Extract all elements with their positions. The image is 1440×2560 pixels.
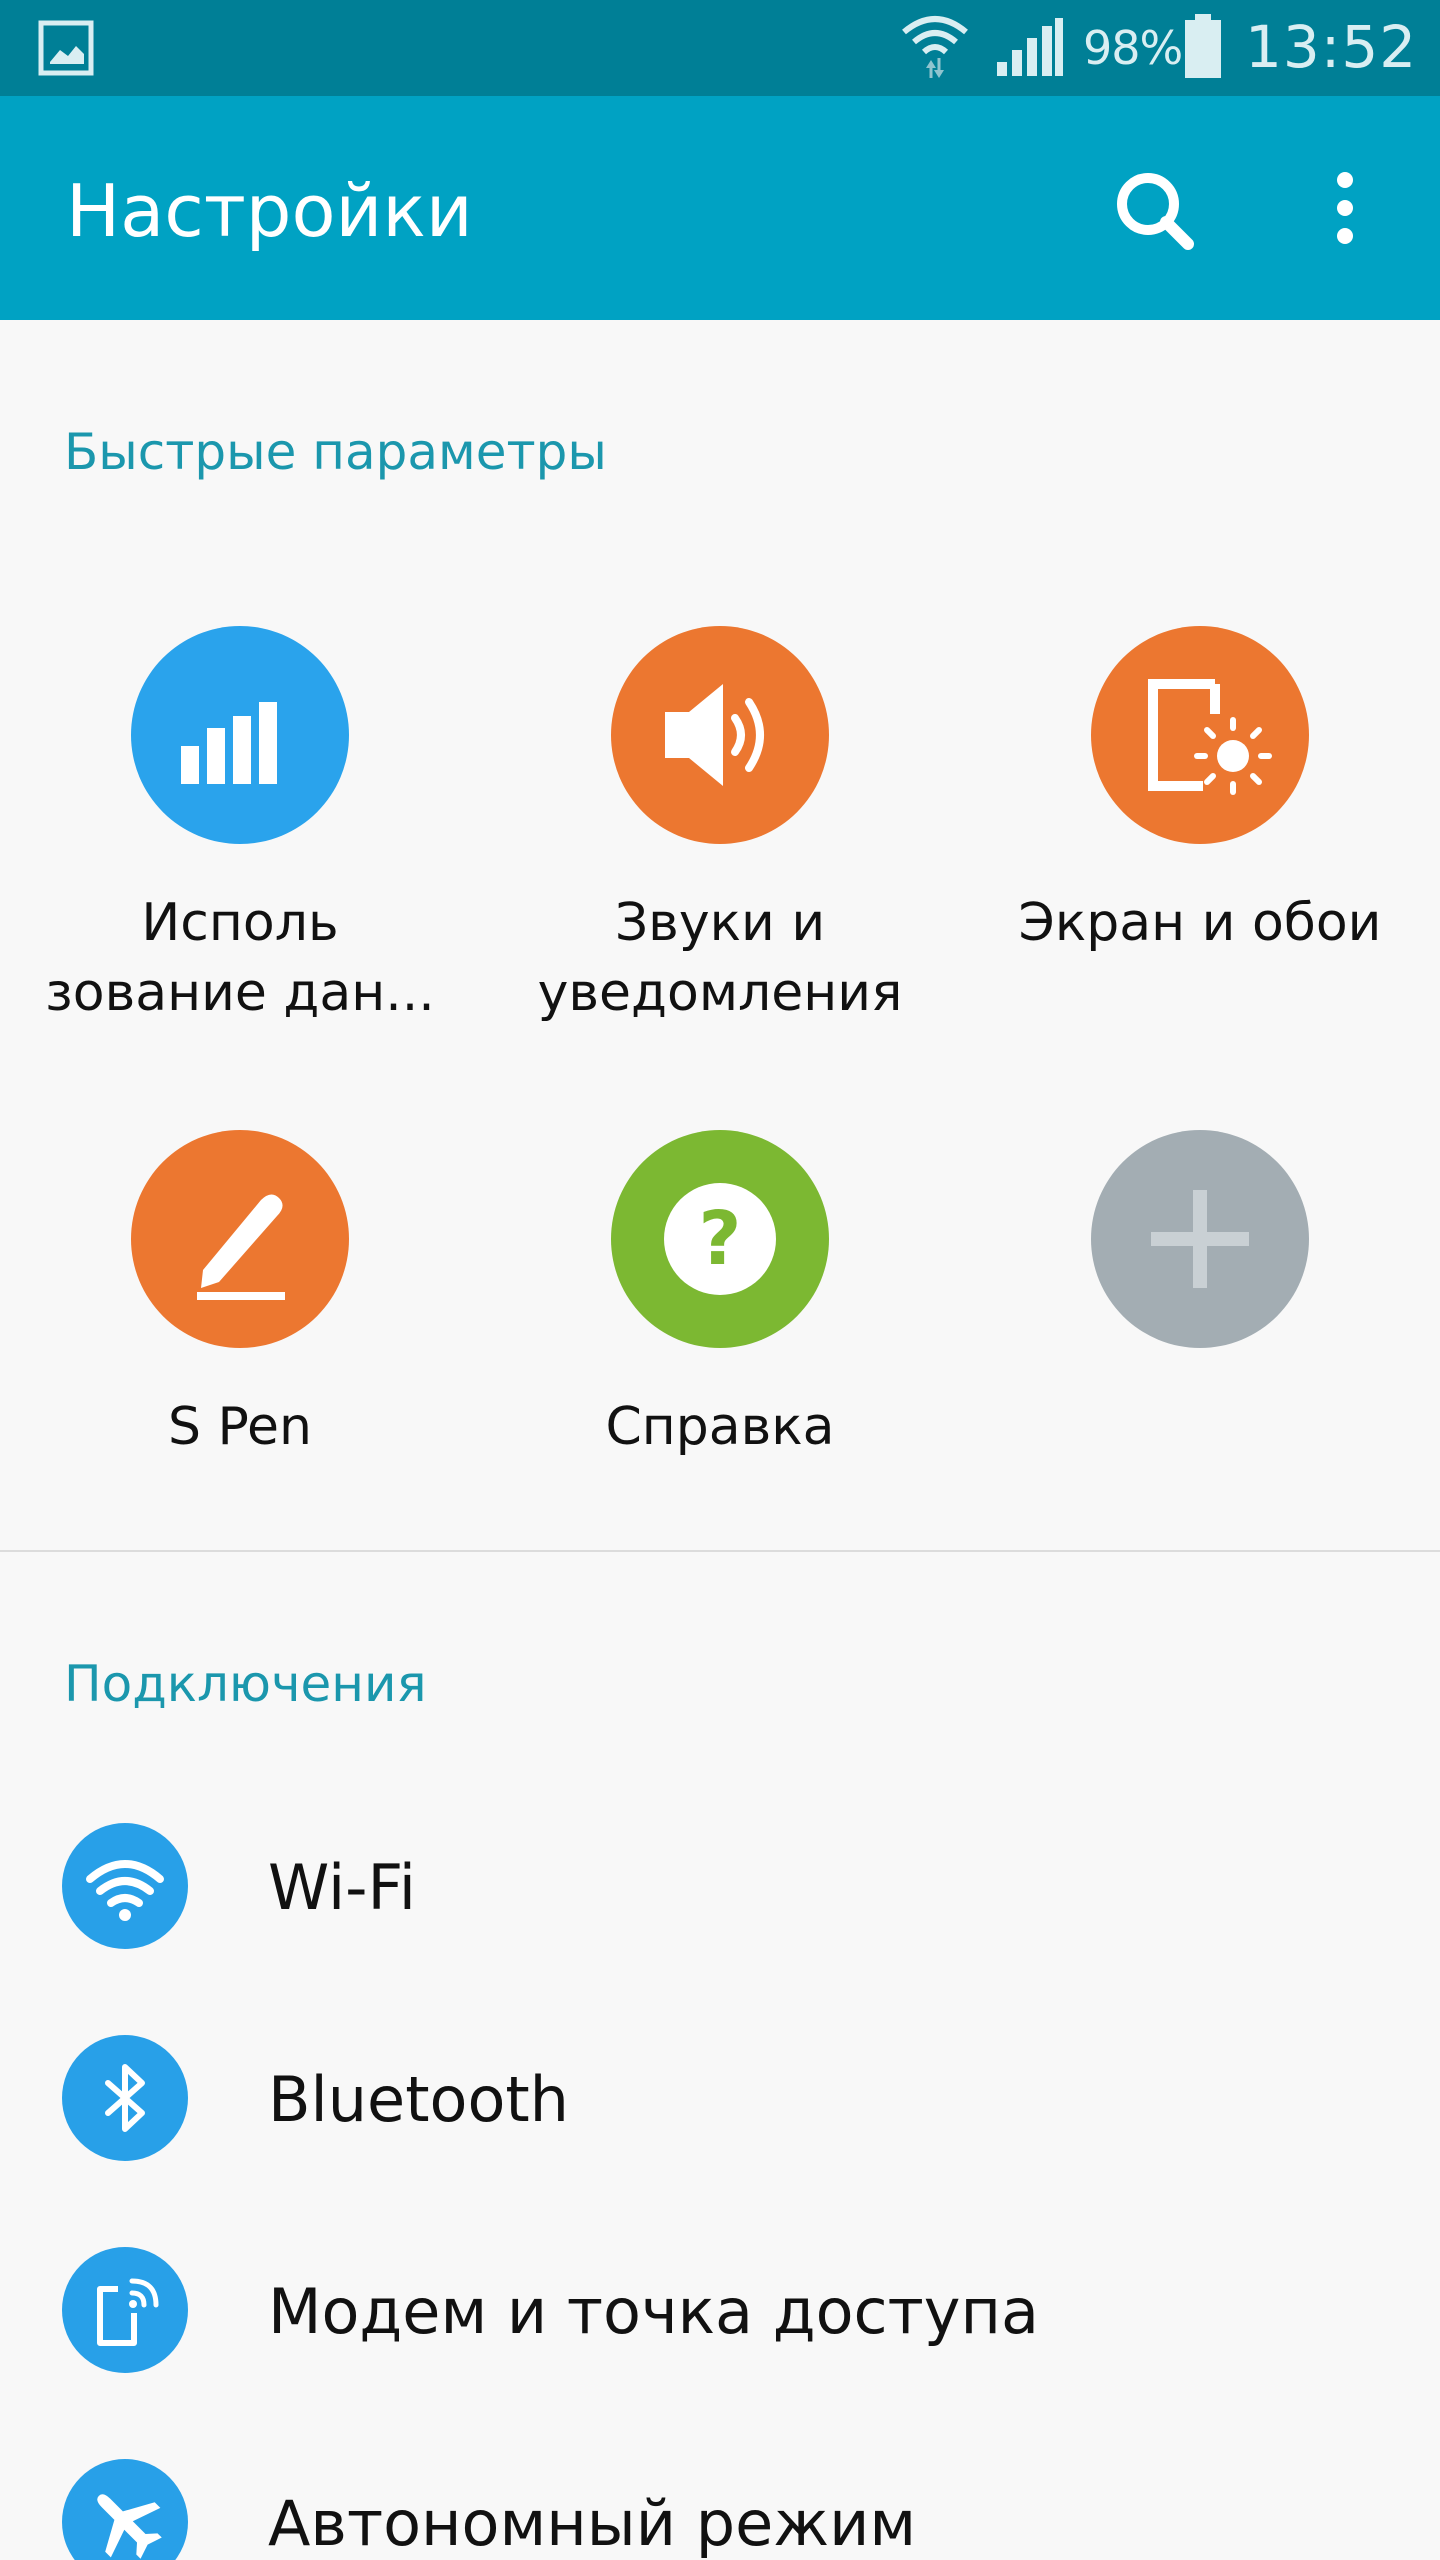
list-item-label: Модем и точка доступа bbox=[268, 2275, 1039, 2348]
list-item-wifi[interactable]: Wi-Fi bbox=[0, 1786, 1440, 1986]
app-bar: Настройки bbox=[0, 96, 1440, 320]
gallery-icon bbox=[38, 20, 94, 76]
quick-tile-s-pen[interactable]: S Pen bbox=[0, 1130, 480, 1570]
tile-label: Исполь зование дан... bbox=[45, 893, 435, 1023]
add-icon bbox=[1091, 1130, 1309, 1348]
status-bar: 98% 13:52 bbox=[0, 0, 1440, 96]
svg-text:?: ? bbox=[699, 1196, 742, 1282]
connections-header: Подключения bbox=[64, 1655, 427, 1713]
list-item-hotspot[interactable]: Модем и точка доступа bbox=[0, 2210, 1440, 2410]
list-item-airplane-mode[interactable]: Автономный режим bbox=[0, 2422, 1440, 2560]
battery-percent: 98% bbox=[1083, 21, 1183, 75]
data-usage-icon bbox=[131, 626, 349, 844]
display-icon bbox=[1091, 626, 1309, 844]
section-divider bbox=[0, 1550, 1440, 1552]
more-vert-icon[interactable] bbox=[1310, 156, 1380, 266]
quick-tile-display[interactable]: Экран и обои bbox=[960, 626, 1440, 1066]
tile-label: Справка bbox=[605, 1397, 835, 1457]
sound-icon bbox=[611, 626, 829, 844]
quick-tile-add[interactable] bbox=[960, 1130, 1440, 1570]
tile-label: S Pen bbox=[168, 1397, 312, 1457]
search-icon[interactable] bbox=[1100, 156, 1210, 266]
wifi-icon bbox=[62, 1823, 188, 1949]
s-pen-icon bbox=[131, 1130, 349, 1348]
wifi-icon bbox=[902, 16, 968, 78]
signal-icon bbox=[997, 18, 1063, 76]
page-title: Настройки bbox=[66, 169, 473, 253]
clock: 13:52 bbox=[1245, 13, 1418, 81]
tile-label: Экран и обои bbox=[1018, 893, 1382, 953]
quick-settings-header: Быстрые параметры bbox=[64, 423, 607, 481]
hotspot-icon bbox=[62, 2247, 188, 2373]
help-icon: ? bbox=[611, 1130, 829, 1348]
quick-tile-help[interactable]: ? Справка bbox=[480, 1130, 960, 1570]
settings-screen: 98% 13:52 Настройки Быстрые параметры Ис… bbox=[0, 0, 1440, 2560]
airplane-icon bbox=[62, 2459, 188, 2560]
battery-icon bbox=[1185, 14, 1221, 78]
list-item-label: Автономный режим bbox=[268, 2487, 917, 2560]
list-item-label: Wi-Fi bbox=[268, 1851, 416, 1924]
list-item-bluetooth[interactable]: Bluetooth bbox=[0, 1998, 1440, 2198]
list-item-label: Bluetooth bbox=[268, 2063, 569, 2136]
quick-tile-sounds[interactable]: Звуки и уведомления bbox=[480, 626, 960, 1066]
bluetooth-icon bbox=[62, 2035, 188, 2161]
tile-label: Звуки и уведомления bbox=[537, 893, 903, 1023]
quick-tile-data-usage[interactable]: Исполь зование дан... bbox=[0, 626, 480, 1066]
